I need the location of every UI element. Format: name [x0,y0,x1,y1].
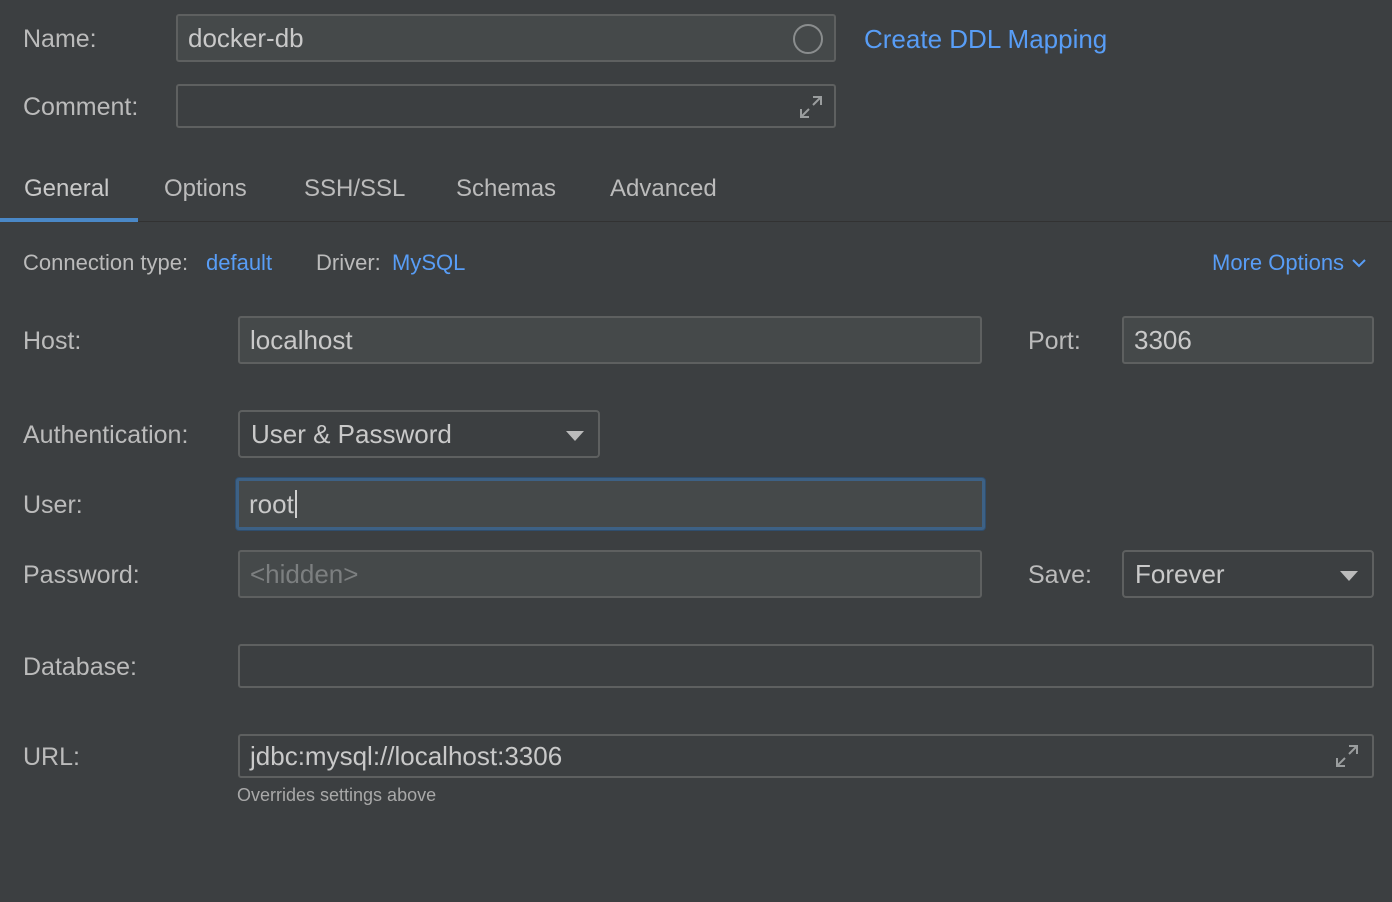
caret-down-icon [1340,571,1358,581]
host-input-value: localhost [250,324,353,355]
driver-label: Driver: [316,250,381,275]
tab-active-underline [0,218,138,222]
user-input-value: root [249,488,294,519]
url-overrides-note: Overrides settings above [237,785,437,805]
expand-icon[interactable] [798,94,824,120]
expand-icon[interactable] [1334,743,1360,769]
connection-type-label: Connection type: [23,250,189,275]
password-label: Password: [23,561,140,589]
authentication-select[interactable]: User & Password [238,410,600,458]
url-label: URL: [23,743,80,771]
database-input[interactable] [238,644,1374,688]
create-ddl-mapping-link[interactable]: Create DDL Mapping [864,24,1107,54]
authentication-select-value: User & Password [251,418,452,449]
tab-ssh-ssl[interactable]: SSH/SSL [304,174,405,204]
user-input[interactable]: root [236,478,985,530]
name-input[interactable]: docker-db [176,14,836,62]
more-options-label: More Options [1212,250,1345,275]
text-cursor [294,490,297,518]
url-input-value: jdbc:mysql://localhost:3306 [250,740,563,771]
tab-options[interactable]: Options [164,174,247,204]
database-label: Database: [23,653,137,681]
name-input-value: docker-db [188,22,304,53]
save-select-value: Forever [1135,558,1225,589]
driver-link[interactable]: MySQL [392,248,465,278]
authentication-label: Authentication: [23,421,189,449]
password-placeholder: <hidden> [250,558,359,589]
save-select[interactable]: Forever [1122,550,1374,598]
url-input[interactable]: jdbc:mysql://localhost:3306 [238,734,1374,778]
port-input[interactable]: 3306 [1122,316,1374,364]
circle-icon[interactable] [792,23,824,55]
tab-schemas[interactable]: Schemas [456,174,556,204]
connection-type-link[interactable]: default [206,248,272,278]
host-input[interactable]: localhost [238,316,982,364]
password-input[interactable]: <hidden> [238,550,982,598]
tabs-divider [138,221,1392,222]
save-label: Save: [1028,561,1092,589]
port-label: Port: [1028,327,1081,355]
tab-advanced[interactable]: Advanced [610,174,717,204]
chevron-down-icon [1352,259,1366,268]
tab-general[interactable]: General [24,174,109,204]
comment-label: Comment: [23,93,139,121]
user-label: User: [23,491,83,519]
host-label: Host: [23,327,82,355]
more-options-link[interactable]: More Options [1212,248,1368,278]
name-label: Name: [23,25,97,53]
caret-down-icon [566,431,584,441]
comment-input[interactable] [176,84,836,128]
port-input-value: 3306 [1134,324,1192,355]
